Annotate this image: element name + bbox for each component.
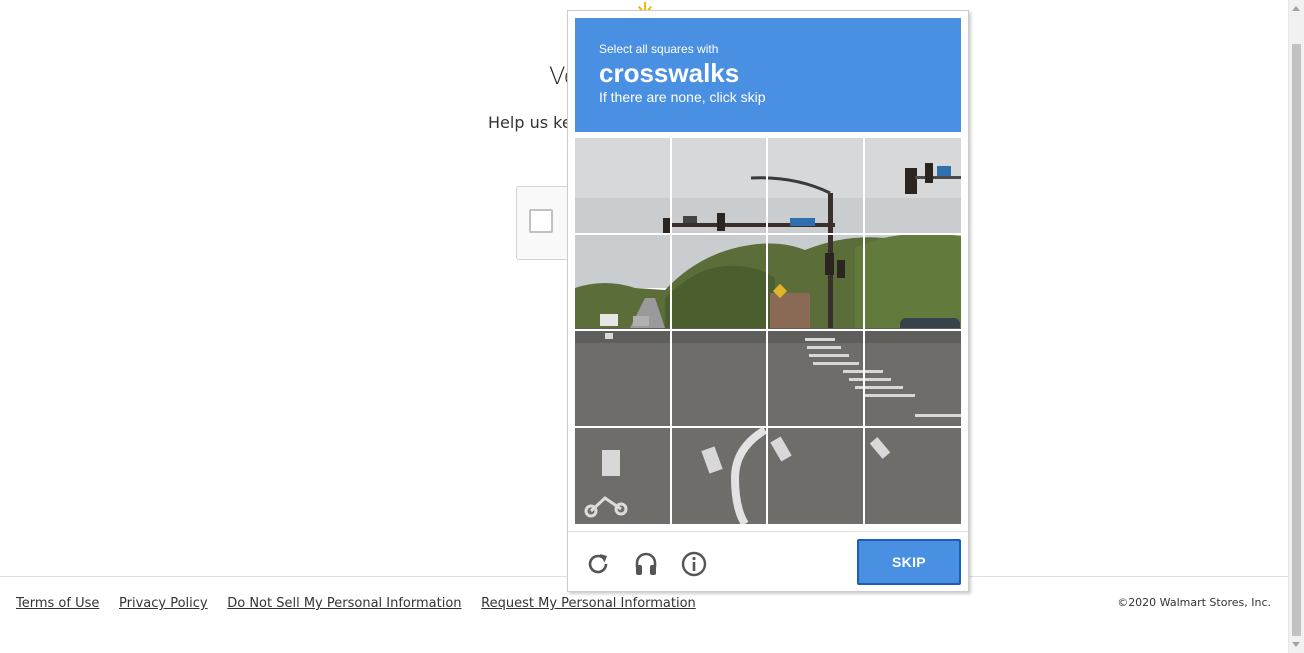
challenge-header: Select all squares with crosswalks If th… (575, 18, 961, 132)
privacy-policy-link[interactable]: Privacy Policy (119, 596, 208, 611)
grid-tile[interactable] (672, 427, 768, 524)
grid-tile[interactable] (768, 427, 865, 524)
reload-icon[interactable] (584, 550, 612, 578)
terms-of-use-link[interactable]: Terms of Use (16, 596, 99, 611)
grid-tile[interactable] (671, 331, 768, 428)
instruction-hint: If there are none, click skip (599, 89, 766, 105)
footer-links: Terms of Use Privacy Policy Do Not Sell … (16, 595, 712, 611)
copyright: ©2020 Walmart Stores, Inc. (1117, 596, 1271, 609)
scroll-up-arrow-icon[interactable] (1292, 6, 1300, 11)
tile-grid (575, 138, 961, 524)
grid-tile[interactable] (768, 138, 865, 235)
request-info-link[interactable]: Request My Personal Information (481, 596, 696, 611)
captcha-challenge: Select all squares with crosswalks If th… (567, 10, 969, 592)
grid-tile[interactable] (865, 428, 962, 525)
scroll-thumb[interactable] (1292, 44, 1301, 636)
grid-tile[interactable] (768, 234, 865, 331)
challenge-footer: SKIP (568, 531, 968, 591)
scroll-down-arrow-icon[interactable] (1292, 642, 1300, 647)
challenge-image-grid (575, 138, 961, 524)
grid-tile[interactable] (864, 138, 961, 235)
grid-tile[interactable] (575, 427, 672, 524)
instruction-object: crosswalks (599, 58, 740, 88)
grid-tile[interactable] (864, 235, 961, 331)
scrollbar[interactable] (1288, 0, 1304, 653)
grid-tile[interactable] (575, 138, 672, 235)
grid-tile[interactable] (575, 234, 672, 331)
audio-icon[interactable] (632, 550, 660, 578)
grid-tile[interactable] (575, 331, 672, 428)
info-icon[interactable] (680, 550, 708, 578)
instruction-text: Select all squares with (599, 42, 719, 56)
grid-tile[interactable] (671, 138, 768, 235)
grid-tile[interactable] (671, 234, 768, 331)
skip-button[interactable]: SKIP (857, 539, 961, 585)
grid-tile[interactable] (864, 331, 961, 428)
do-not-sell-link[interactable]: Do Not Sell My Personal Information (227, 596, 461, 611)
grid-tile[interactable] (768, 331, 865, 428)
recaptcha-checkbox[interactable] (529, 209, 553, 233)
